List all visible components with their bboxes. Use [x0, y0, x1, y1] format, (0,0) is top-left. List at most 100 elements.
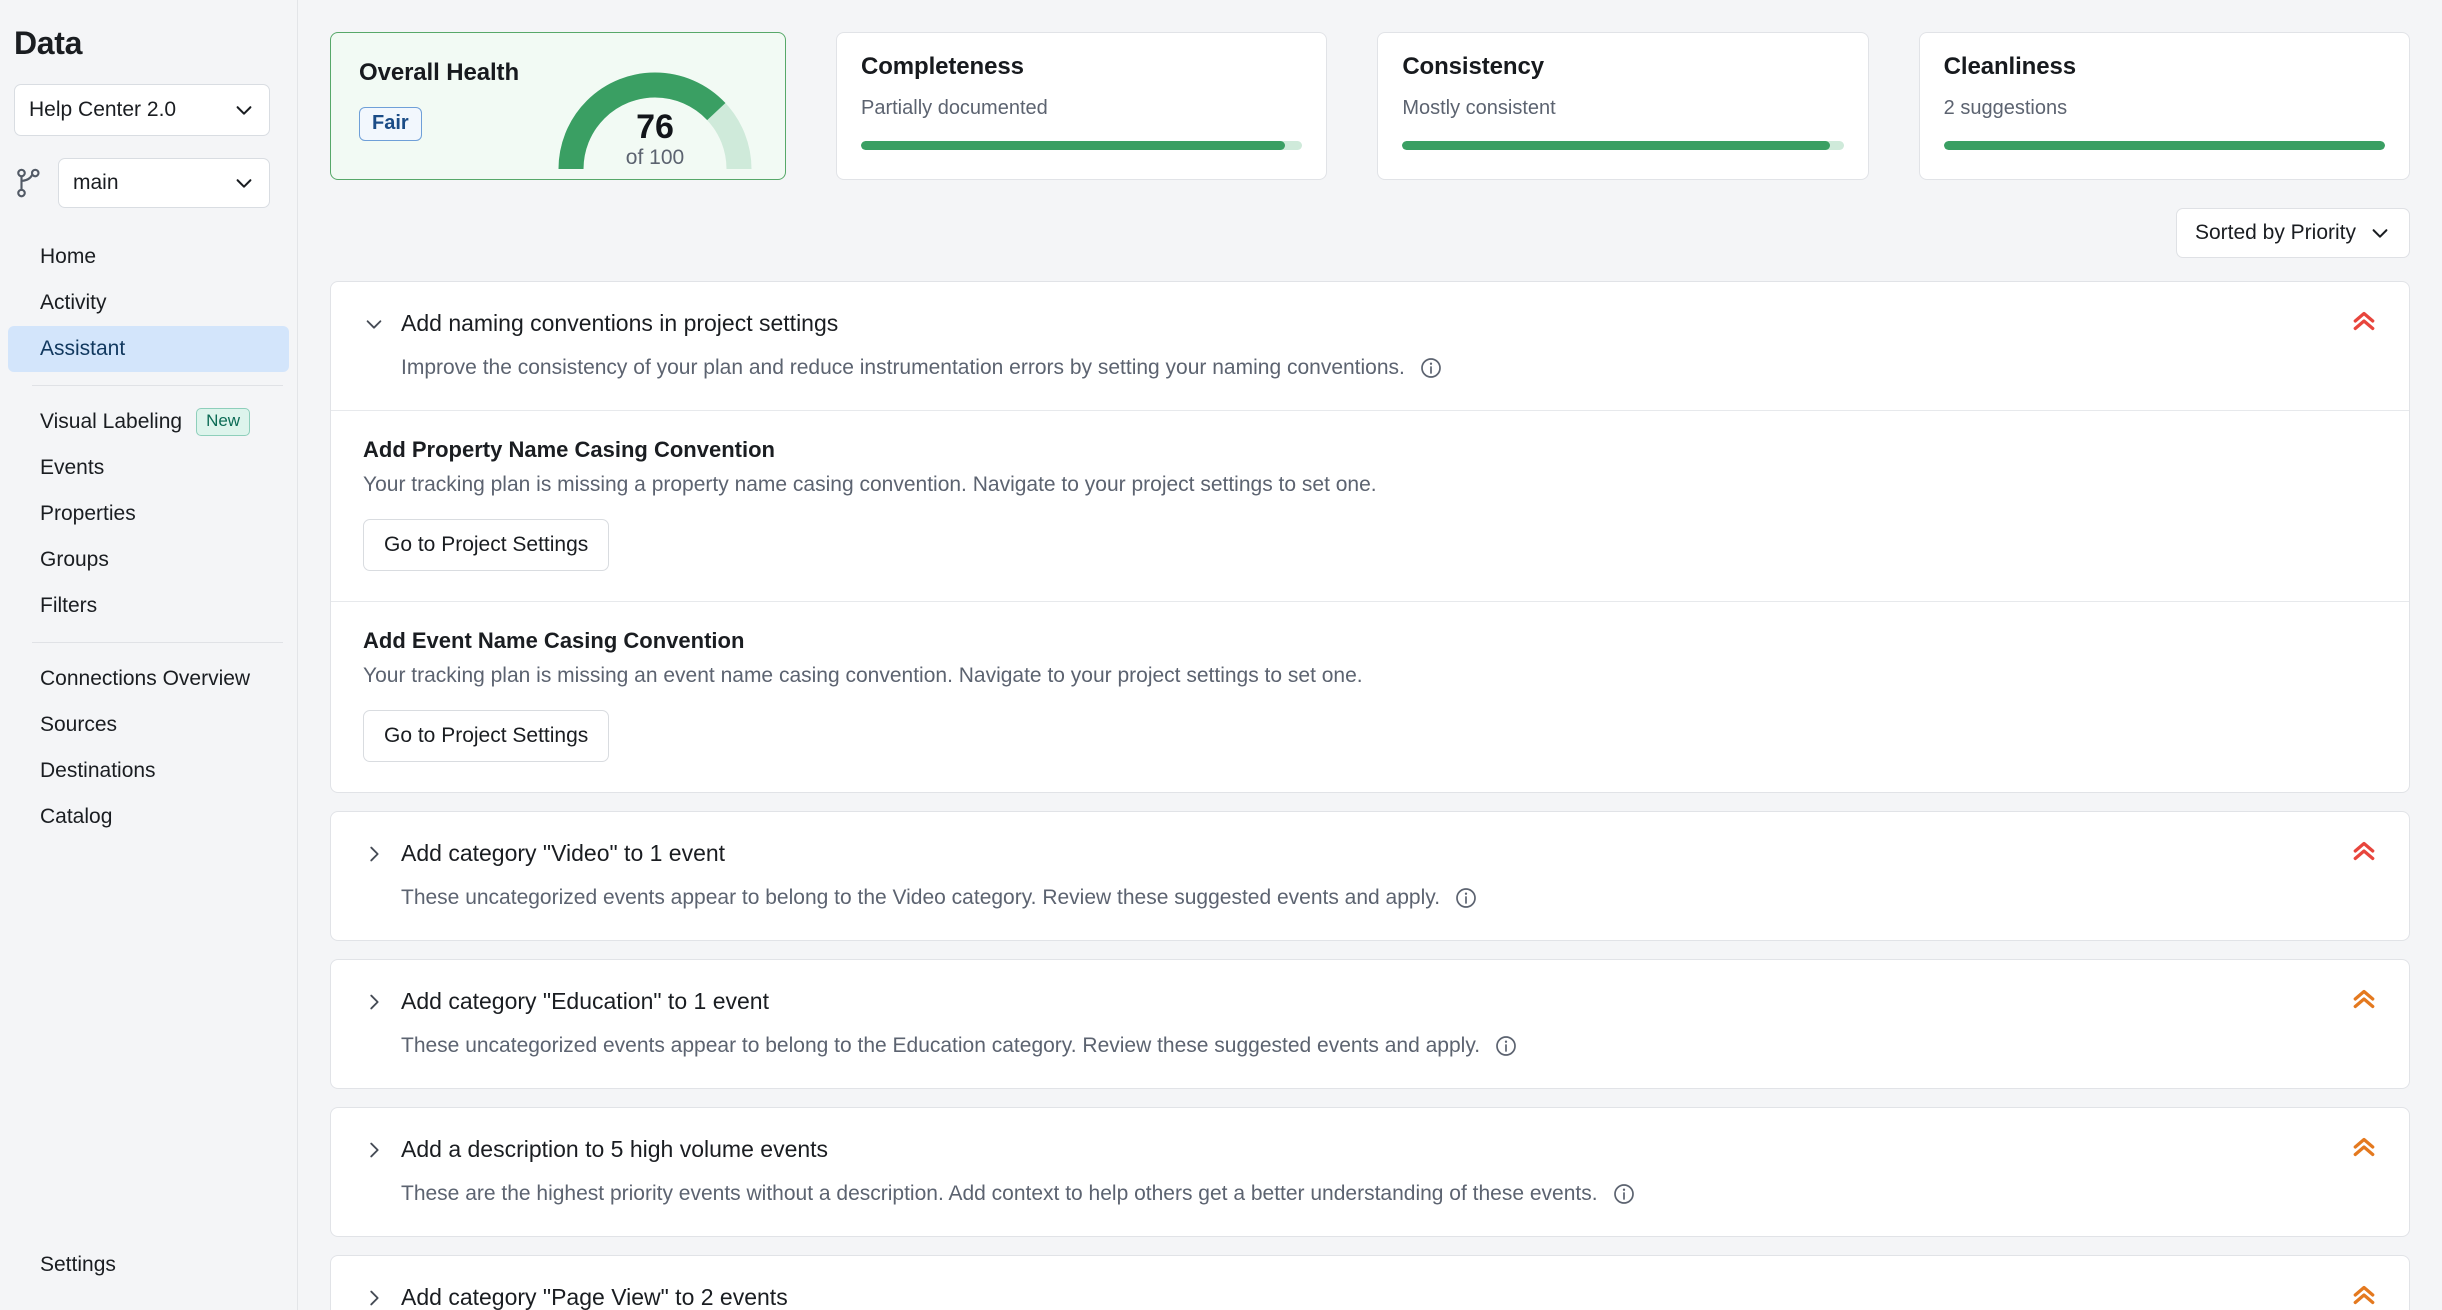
info-icon[interactable]	[1612, 1182, 1636, 1206]
suggestion-list: Add naming conventions in project settin…	[298, 258, 2442, 1310]
metric-card-subtitle: Mostly consistent	[1402, 97, 1843, 120]
chevron-down-icon	[233, 99, 255, 121]
sidebar-bottom: Settings	[0, 1242, 297, 1310]
sidebar-item-home[interactable]: Home	[8, 234, 289, 280]
metric-card-title: Cleanliness	[1944, 53, 2385, 81]
suggestion-description-row: These uncategorized events appear to bel…	[401, 1034, 2377, 1058]
suggestion-title-row[interactable]: Add naming conventions in project settin…	[363, 310, 2377, 337]
branch-select[interactable]: main	[58, 158, 270, 208]
action-item-description: Your tracking plan is missing a property…	[363, 473, 2377, 497]
branch-row: main	[0, 136, 297, 208]
suggestion-header[interactable]: Add category "Education" to 1 event These…	[331, 960, 2409, 1088]
metric-progress-track	[861, 141, 1302, 150]
sidebar-item-visual-labeling[interactable]: Visual Labeling New	[8, 399, 289, 445]
chevron-down-icon[interactable]	[363, 313, 385, 335]
suggestion-title[interactable]: Add category "Education" to 1 event	[401, 988, 769, 1015]
sidebar-item-settings[interactable]: Settings	[8, 1242, 289, 1288]
sidebar-item-events[interactable]: Events	[8, 445, 289, 491]
suggestion-title-row[interactable]: Add a description to 5 high volume event…	[363, 1136, 2377, 1163]
suggestion-card: Add category "Page View" to 2 eventsThes…	[330, 1255, 2410, 1310]
suggestion-description-row: These uncategorized events appear to bel…	[401, 886, 2377, 910]
overall-health-left: Overall Health Fair	[359, 55, 519, 159]
metric-card-subtitle: 2 suggestions	[1944, 97, 2385, 120]
suggestion-description: These uncategorized events appear to bel…	[401, 1034, 1480, 1058]
overall-health-score-suffix: of 100	[555, 147, 755, 168]
sidebar-item-label: Connections Overview	[40, 667, 250, 691]
metric-card-cleanliness: Cleanliness 2 suggestions	[1919, 32, 2410, 180]
suggestion-header[interactable]: Add category "Video" to 1 event These unc…	[331, 812, 2409, 940]
priority-chevrons-icon	[2349, 306, 2379, 336]
suggestion-description-row: Improve the consistency of your plan and…	[401, 356, 2377, 380]
sidebar-nav: Home Activity Assistant Visual Labeling New E…	[0, 234, 297, 840]
metric-card-completeness: Completeness Partially documented	[836, 32, 1327, 180]
sidebar-item-properties[interactable]: Properties	[8, 491, 289, 537]
chevron-right-icon[interactable]	[363, 1287, 385, 1309]
suggestion-title[interactable]: Add naming conventions in project settin…	[401, 310, 838, 337]
sidebar-item-label: Catalog	[40, 805, 112, 829]
priority-chevrons-icon	[2349, 1280, 2379, 1310]
sidebar-item-label: Assistant	[40, 337, 125, 361]
sidebar-item-connections-overview[interactable]: Connections Overview	[8, 656, 289, 702]
health-cards-row: Overall Health Fair 76 of 100 Completene…	[298, 0, 2442, 180]
sidebar-item-activity[interactable]: Activity	[8, 280, 289, 326]
project-select-value: Help Center 2.0	[29, 98, 176, 122]
sort-dropdown-label: Sorted by Priority	[2195, 221, 2356, 245]
metric-card-title: Consistency	[1402, 53, 1843, 81]
suggestion-title-row[interactable]: Add category "Page View" to 2 events	[363, 1284, 2377, 1310]
suggestion-header[interactable]: Add a description to 5 high volume event…	[331, 1108, 2409, 1236]
suggestion-title-row[interactable]: Add category "Education" to 1 event	[363, 988, 2377, 1015]
suggestion-action-item: Add Event Name Casing ConventionYour tra…	[331, 601, 2409, 792]
metric-card-consistency: Consistency Mostly consistent	[1377, 32, 1868, 180]
sort-toolbar: Sorted by Priority	[298, 180, 2442, 258]
go-to-project-settings-button[interactable]: Go to Project Settings	[363, 710, 609, 762]
metric-progress-fill	[1402, 141, 1830, 150]
sidebar-item-assistant[interactable]: Assistant	[8, 326, 289, 372]
sidebar-item-label: Activity	[40, 291, 107, 315]
metric-card-title: Completeness	[861, 53, 1302, 81]
sidebar-item-label: Home	[40, 245, 96, 269]
sidebar-item-label: Filters	[40, 594, 97, 618]
suggestion-action-item: Add Property Name Casing ConventionYour …	[331, 410, 2409, 601]
overall-health-score: 76	[555, 110, 755, 144]
chevron-right-icon[interactable]	[363, 991, 385, 1013]
branch-icon	[14, 166, 44, 200]
suggestion-title[interactable]: Add category "Page View" to 2 events	[401, 1284, 788, 1310]
suggestion-header[interactable]: Add naming conventions in project settin…	[331, 282, 2409, 410]
chevron-right-icon[interactable]	[363, 843, 385, 865]
overall-health-card: Overall Health Fair 76 of 100	[330, 32, 786, 180]
sort-dropdown[interactable]: Sorted by Priority	[2176, 208, 2410, 258]
metric-progress-fill	[1944, 141, 2385, 150]
sidebar-item-catalog[interactable]: Catalog	[8, 794, 289, 840]
sidebar-item-sources[interactable]: Sources	[8, 702, 289, 748]
info-icon[interactable]	[1454, 886, 1478, 910]
sidebar-item-filters[interactable]: Filters	[8, 583, 289, 629]
info-icon[interactable]	[1419, 356, 1443, 380]
sidebar-item-groups[interactable]: Groups	[8, 537, 289, 583]
action-item-title: Add Event Name Casing Convention	[363, 628, 2377, 654]
new-badge: New	[196, 408, 250, 435]
sidebar: Data Help Center 2.0 main	[0, 0, 298, 1310]
info-icon[interactable]	[1494, 1034, 1518, 1058]
suggestion-title[interactable]: Add category "Video" to 1 event	[401, 840, 725, 867]
branch-select-value: main	[73, 171, 119, 195]
metric-progress-fill	[861, 141, 1285, 150]
suggestion-title[interactable]: Add a description to 5 high volume event…	[401, 1136, 828, 1163]
overall-health-gauge: 76 of 100	[555, 63, 755, 179]
suggestion-description: Improve the consistency of your plan and…	[401, 356, 1405, 380]
sidebar-item-label: Destinations	[40, 759, 156, 783]
overall-health-title: Overall Health	[359, 59, 519, 87]
metric-card-subtitle: Partially documented	[861, 97, 1302, 120]
priority-chevrons-icon	[2349, 1132, 2379, 1162]
suggestion-description: These are the highest priority events wi…	[401, 1182, 1598, 1206]
priority-chevrons-icon	[2349, 984, 2379, 1014]
suggestion-title-row[interactable]: Add category "Video" to 1 event	[363, 840, 2377, 867]
suggestion-header[interactable]: Add category "Page View" to 2 eventsThes…	[331, 1256, 2409, 1310]
sidebar-item-label: Sources	[40, 713, 117, 737]
project-select[interactable]: Help Center 2.0	[14, 84, 270, 136]
overall-health-rating-badge: Fair	[359, 107, 422, 141]
chevron-right-icon[interactable]	[363, 1139, 385, 1161]
sidebar-item-label: Properties	[40, 502, 136, 526]
sidebar-item-label: Visual Labeling	[40, 410, 182, 434]
go-to-project-settings-button[interactable]: Go to Project Settings	[363, 519, 609, 571]
sidebar-item-destinations[interactable]: Destinations	[8, 748, 289, 794]
